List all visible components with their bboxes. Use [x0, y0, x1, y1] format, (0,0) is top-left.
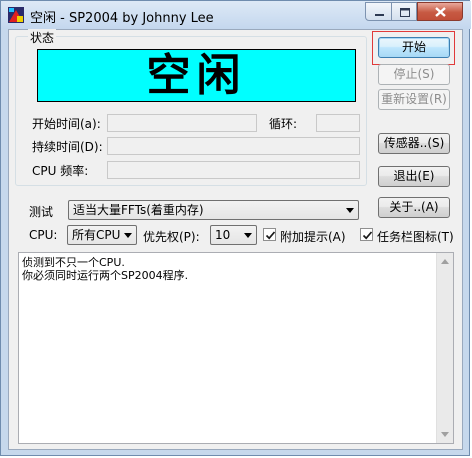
- chevron-down-icon: [124, 233, 132, 238]
- scroll-down-arrow-icon[interactable]: [441, 432, 449, 437]
- close-icon: [435, 7, 446, 17]
- taskbar-icon-label[interactable]: 任务栏图标(T): [377, 228, 454, 245]
- duration-label: 持续时间(D):: [32, 140, 103, 154]
- test-select[interactable]: 适当大量FFTs(着重内存): [68, 200, 359, 220]
- taskbar-icon-checkbox[interactable]: [360, 228, 373, 241]
- maximize-icon: [400, 8, 410, 17]
- cpu-freq-field: [107, 161, 360, 179]
- minimize-icon: [375, 14, 384, 16]
- test-label: 测试: [29, 205, 54, 219]
- sp2004-app-icon[interactable]: [8, 7, 24, 23]
- extra-hint-label[interactable]: 附加提示(A): [280, 228, 346, 245]
- start-button[interactable]: 开始: [378, 37, 450, 58]
- sensor-button[interactable]: 传感器..(S): [378, 133, 450, 154]
- exit-button[interactable]: 退出(E): [378, 166, 450, 187]
- duration-field: [107, 137, 360, 155]
- window-title: 空闲 - SP2004 by Johnny Lee: [30, 11, 214, 26]
- app-window: 空闲 - SP2004 by Johnny Lee 状态 空闲 开始时间(a):…: [0, 0, 471, 456]
- status-text: 空闲: [146, 49, 247, 101]
- cpu-select-value: 所有CPU: [72, 228, 121, 242]
- start-time-label: 开始时间(a):: [32, 117, 101, 131]
- loop-field: [316, 114, 360, 132]
- extra-hint-checkbox[interactable]: [263, 228, 276, 241]
- about-button[interactable]: 关于..(A): [378, 197, 450, 218]
- cpu-freq-label: CPU 频率:: [32, 164, 89, 178]
- test-select-value: 适当大量FFTs(着重内存): [73, 203, 204, 217]
- reset-button[interactable]: 重新设置(R): [378, 89, 450, 110]
- log-scrollbar[interactable]: [436, 253, 453, 443]
- cpu-select[interactable]: 所有CPU: [67, 225, 137, 245]
- client-area: 状态 空闲 开始时间(a): 循环: 持续时间(D): CPU 频率: 开始 停…: [8, 29, 463, 450]
- start-time-field: [107, 114, 257, 132]
- checkmark-icon: [265, 231, 276, 240]
- priority-select-value: 10: [215, 228, 231, 242]
- chevron-down-icon: [346, 208, 354, 213]
- log-textarea[interactable]: 侦测到不只一个CPU. 你必须同时运行两个SP2004程序.: [18, 252, 454, 444]
- checkmark-icon: [362, 231, 373, 240]
- minimize-button[interactable]: [365, 2, 392, 21]
- priority-label: 优先权(P):: [143, 230, 200, 244]
- cpu-label: CPU:: [29, 228, 58, 242]
- maximize-button[interactable]: [391, 2, 417, 21]
- scroll-up-arrow-icon[interactable]: [441, 259, 449, 264]
- title-bar[interactable]: 空闲 - SP2004 by Johnny Lee: [1, 1, 471, 29]
- loop-label: 循环:: [269, 117, 298, 131]
- close-button[interactable]: [417, 2, 463, 21]
- status-group-label: 状态: [28, 29, 57, 46]
- status-groupbox: 状态 空闲 开始时间(a): 循环: 持续时间(D): CPU 频率:: [15, 29, 367, 186]
- stop-button[interactable]: 停止(S): [378, 64, 450, 85]
- chevron-down-icon: [244, 233, 252, 238]
- priority-select[interactable]: 10: [210, 225, 257, 245]
- log-line: 你必须同时运行两个SP2004程序.: [22, 269, 189, 282]
- status-display: 空闲: [37, 49, 356, 102]
